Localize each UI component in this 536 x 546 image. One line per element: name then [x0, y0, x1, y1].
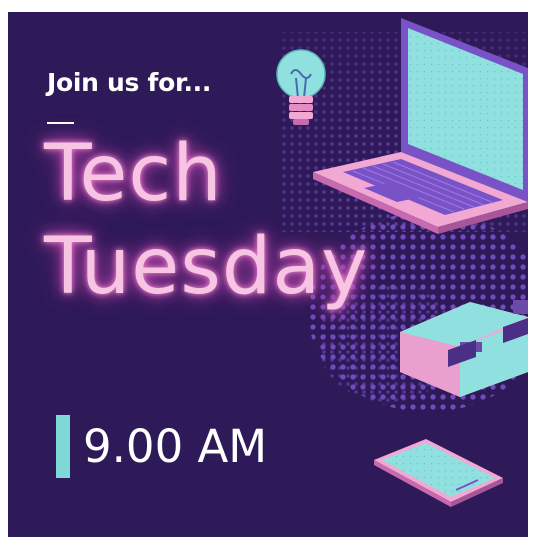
event-time: 9.00 AM — [83, 420, 268, 473]
smartphone-icon — [374, 439, 503, 507]
intro-text: Join us for... — [47, 68, 212, 97]
title-line-1: Tech — [44, 129, 223, 219]
divider — [47, 122, 74, 124]
poster: Join us for... Tech Tuesday 9.00 AM — [8, 12, 528, 537]
time-accent-bar — [56, 415, 70, 478]
title-line-2: Tuesday — [44, 222, 369, 312]
